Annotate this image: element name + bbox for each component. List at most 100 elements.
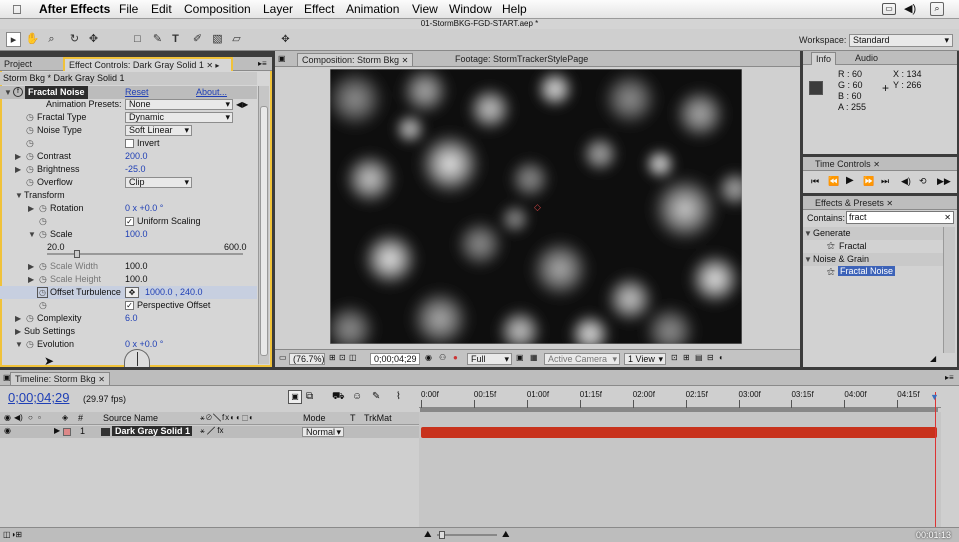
stopwatch-icon[interactable]: ◷ — [39, 202, 47, 215]
invert-checkbox[interactable] — [125, 139, 134, 148]
current-time-indicator[interactable] — [935, 392, 936, 532]
stopwatch-icon[interactable]: ◷ — [26, 338, 34, 351]
collapse-evolution-icon[interactable]: ▼ — [15, 338, 23, 351]
menu-file[interactable]: File — [119, 2, 138, 16]
menu-effect[interactable]: Effect — [304, 2, 334, 16]
menu-edit[interactable]: Edit — [151, 2, 172, 16]
animation-presets-select[interactable]: None ▾ — [125, 99, 233, 110]
live-update-icon[interactable]: ⧉ — [306, 391, 313, 402]
crosshair-icon[interactable]: ✥ — [125, 287, 139, 298]
zoom-in-icon[interactable]: ⛰ — [502, 529, 510, 540]
exposure-icon[interactable]: ◐ — [719, 353, 724, 362]
preset-nav-icon[interactable]: ◀▶ — [236, 98, 248, 111]
volume-icon[interactable]: ◀) — [904, 2, 916, 15]
brush-tool-icon[interactable]: ✐ — [190, 32, 205, 47]
show-snapshot-icon[interactable]: ⚇ — [439, 353, 446, 362]
resolution-select[interactable]: Full ▾ — [467, 353, 512, 365]
menu-window[interactable]: Window — [449, 2, 492, 16]
expand-brightness-icon[interactable]: ▶ — [15, 163, 21, 176]
safe-zones-icon[interactable]: ⊞ — [329, 353, 336, 362]
workspace-select[interactable]: Standard ▾ — [849, 34, 953, 47]
comp-viewer[interactable]: ◇ — [330, 69, 742, 344]
pen-tool-icon[interactable]: ✎ — [150, 32, 165, 47]
stopwatch-icon[interactable]: ◷ — [26, 176, 34, 189]
expand-scale-width-icon[interactable]: ▶ — [28, 260, 34, 273]
anchor-point-icon[interactable]: ◇ — [534, 202, 541, 213]
overflow-select[interactable]: Clip ▾ — [125, 177, 192, 188]
playhead-icon[interactable]: ▼ — [930, 392, 939, 402]
uniform-scaling-checkbox[interactable]: ✓ — [125, 217, 134, 226]
comp-mini-flowchart-icon[interactable]: ▣ — [288, 390, 302, 404]
panel-menu-icon[interactable]: ▸≡ — [258, 59, 267, 68]
tree-item-fractal[interactable]: ⚝ Fractal — [803, 240, 943, 253]
expand-scale-height-icon[interactable]: ▶ — [28, 273, 34, 286]
orbit-camera-icon[interactable]: ✥ — [86, 32, 101, 47]
axis-mode-icon[interactable]: ✥ — [278, 32, 293, 47]
menu-layer[interactable]: Layer — [263, 2, 293, 16]
rotate-tool-icon[interactable]: ↻ — [67, 32, 82, 47]
flowchart-icon[interactable]: ⊟ — [707, 353, 714, 362]
app-menu[interactable]: After Effects — [39, 2, 110, 16]
menu-composition[interactable]: Composition — [184, 2, 251, 16]
graph-editor-icon[interactable]: ⌇ — [396, 391, 401, 402]
time-ruler[interactable]: 0:00f 00:15f 01:00f 01:15f 02:00f 02:15f 03:00… — [419, 388, 941, 408]
fx-icon[interactable]: f — [13, 87, 23, 97]
stopwatch-icon[interactable]: ◷ — [26, 150, 34, 163]
blend-mode-select[interactable]: Normal ▾ — [302, 427, 344, 437]
resize-grip-icon[interactable]: ◢ — [930, 354, 936, 363]
toggle-switches-icon[interactable]: ◫◑⊞ — [3, 530, 22, 539]
label-color-icon[interactable] — [63, 428, 71, 436]
grid-icon[interactable]: ⊡ — [339, 353, 346, 362]
channel-icon[interactable]: ● — [453, 353, 458, 362]
tab-composition[interactable]: Composition: Storm Bkg ✕ — [297, 53, 414, 66]
expand-layer-icon[interactable]: ▶ — [54, 426, 60, 435]
stopwatch-icon[interactable]: ◷ — [39, 215, 47, 228]
hand-tool-icon[interactable]: ✋ — [25, 32, 40, 47]
brightness-value[interactable]: -25.0 — [125, 163, 146, 176]
layer-row[interactable]: ◉ ▶ 1 Dark Gray Solid 1 ⚹ ╱ fx Normal ▾ — [0, 426, 419, 438]
stopwatch-icon[interactable]: ◷ — [26, 124, 34, 137]
zoom-select[interactable]: (76.7%) — [289, 353, 325, 365]
expand-sub-settings-icon[interactable]: ▶ — [15, 325, 21, 338]
tab-effects-presets[interactable]: Effects & Presets ✕ — [811, 197, 897, 210]
menu-help[interactable]: Help — [502, 2, 527, 16]
vertical-scrollbar[interactable] — [258, 86, 269, 364]
stopwatch-icon[interactable]: ◷ — [39, 228, 47, 241]
stopwatch-icon[interactable]: ◷ — [26, 137, 34, 150]
stopwatch-icon[interactable]: ◷ — [37, 287, 48, 298]
mask-visibility-icon[interactable]: ◫ — [349, 353, 357, 362]
collapse-scale-icon[interactable]: ▼ — [28, 228, 36, 241]
view-layout-select[interactable]: 1 View ▾ — [624, 353, 666, 365]
play-icon[interactable]: ▶ — [846, 175, 854, 186]
snapshot-icon[interactable]: ◉ — [425, 353, 432, 362]
complexity-value[interactable]: 6.0 — [125, 312, 138, 325]
stopwatch-icon[interactable]: ◷ — [26, 163, 34, 176]
tab-timeline[interactable]: Timeline: Storm Bkg ✕ — [10, 372, 110, 385]
scale-value[interactable]: 100.0 — [125, 228, 148, 241]
zoom-tool-icon[interactable]: ⌕ — [44, 32, 59, 47]
rectangle-mask-icon[interactable]: □ — [130, 32, 145, 47]
menu-animation[interactable]: Animation — [346, 2, 399, 16]
shy-icon[interactable]: ☺ — [352, 391, 362, 402]
contrast-value[interactable]: 200.0 — [125, 150, 148, 163]
stopwatch-icon[interactable]: ◷ — [26, 312, 34, 325]
fractal-type-select[interactable]: Dynamic ▾ — [125, 112, 233, 123]
first-frame-icon[interactable]: ⏮ — [811, 176, 819, 187]
tree-item-noise-grain[interactable]: ▼ Noise & Grain — [803, 253, 943, 266]
clone-stamp-icon[interactable]: ▧ — [210, 32, 225, 47]
layer-duration-bar[interactable] — [421, 427, 937, 438]
ram-preview-icon[interactable]: ▶▶ — [937, 176, 951, 187]
tab-info[interactable]: Info — [811, 52, 837, 65]
menu-view[interactable]: View — [412, 2, 438, 16]
spotlight-icon[interactable]: ⌕ — [930, 2, 944, 16]
tree-item-fractal-noise[interactable]: ⚝ Fractal Noise — [803, 266, 943, 279]
type-tool-icon[interactable]: T — [168, 32, 183, 47]
scale-slider-thumb[interactable] — [73, 250, 80, 258]
rotation-value[interactable]: 0 x +0.0 ° — [125, 202, 163, 215]
timeline-zoom-slider[interactable] — [437, 531, 497, 539]
expand-complexity-icon[interactable]: ▶ — [15, 312, 21, 325]
tab-effect-controls[interactable]: Effect Controls: Dark Gray Solid 1 ✕ ▸ — [63, 57, 233, 71]
eraser-icon[interactable]: ▱ — [229, 32, 244, 47]
selection-tool-icon[interactable]: ▸ — [6, 32, 21, 47]
region-of-interest-icon[interactable]: ▣ — [516, 353, 524, 362]
